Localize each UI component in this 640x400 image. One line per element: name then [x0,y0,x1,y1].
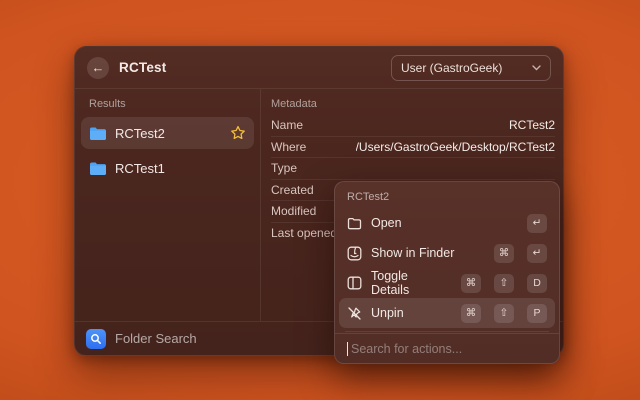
metadata-row-type: Type [271,158,555,180]
metadata-label: Where [271,140,306,154]
metadata-value: /Users/GastroGeek/Desktop/RCTest2 [356,140,555,154]
key-shift: ⇧ [494,274,514,293]
search-icon [86,329,106,349]
text-caret [347,342,348,356]
key-letter: P [527,304,547,323]
key-letter: D [527,274,547,293]
action-search-field[interactable]: Search for actions... [335,333,559,363]
key-return: ↵ [527,244,547,263]
results-section-label: Results [89,98,246,110]
window-header: ← RCTest User (GastroGeek) [75,47,563,89]
folder-icon [89,126,107,141]
app-window: ← RCTest User (GastroGeek) Results RCTes… [74,46,564,356]
key-return: ↵ [527,214,547,233]
back-button[interactable]: ← [87,57,109,79]
menu-item-label: Show in Finder [371,246,481,260]
menu-item-toggle-details[interactable]: Toggle Details ⌘ ⇧ D [339,268,555,298]
action-search-placeholder: Search for actions... [351,342,462,356]
list-item-label: RCTest1 [115,161,246,176]
menu-item-open[interactable]: Open ↵ [339,208,555,238]
context-menu-list: Open ↵ Show in Finder ⌘ ↵ [335,208,559,333]
key-cmd: ⌘ [461,304,481,323]
actions-context-menu: RCTest2 Open ↵ [334,181,560,364]
metadata-value: RCTest2 [509,118,555,132]
folder-icon [89,161,107,176]
metadata-label: Name [271,118,303,132]
menu-item-label: Toggle Details [371,269,448,297]
menu-item-label: Unpin [371,306,448,320]
context-menu-title: RCTest2 [335,182,559,208]
metadata-label: Created [271,183,314,197]
list-item-rctest1[interactable]: RCTest1 [81,152,254,184]
finder-icon [347,246,362,261]
list-item-rctest2[interactable]: RCTest2 [81,117,254,149]
metadata-label: Type [271,161,297,175]
key-shift: ⇧ [494,304,514,323]
menu-separator [345,331,549,332]
metadata-label: Modified [271,204,316,218]
metadata-row-where: Where /Users/GastroGeek/Desktop/RCTest2 [271,137,555,159]
key-cmd: ⌘ [494,244,514,263]
metadata-section-label: Metadata [271,98,555,110]
menu-item-label: Open [371,216,514,230]
metadata-row-name: Name RCTest2 [271,115,555,137]
menu-item-show-in-finder[interactable]: Show in Finder ⌘ ↵ [339,238,555,268]
star-icon[interactable] [230,125,246,141]
list-item-label: RCTest2 [115,126,222,141]
folder-open-icon [347,217,362,230]
menu-item-unpin[interactable]: Unpin ⌘ ⇧ P [339,298,555,328]
unpin-icon [347,306,362,321]
results-sidebar: Results RCTest2 [75,89,261,321]
account-dropdown[interactable]: User (GastroGeek) [391,55,551,81]
window-body: Results RCTest2 [75,89,563,321]
folder-search-input[interactable]: Folder Search [115,331,197,346]
chevron-down-icon [532,65,541,71]
account-dropdown-label: User (GastroGeek) [401,61,502,75]
sidebar-panel-icon [347,276,362,290]
page-title: RCTest [119,60,166,75]
metadata-label: Last opened [271,226,337,240]
key-cmd: ⌘ [461,274,481,293]
